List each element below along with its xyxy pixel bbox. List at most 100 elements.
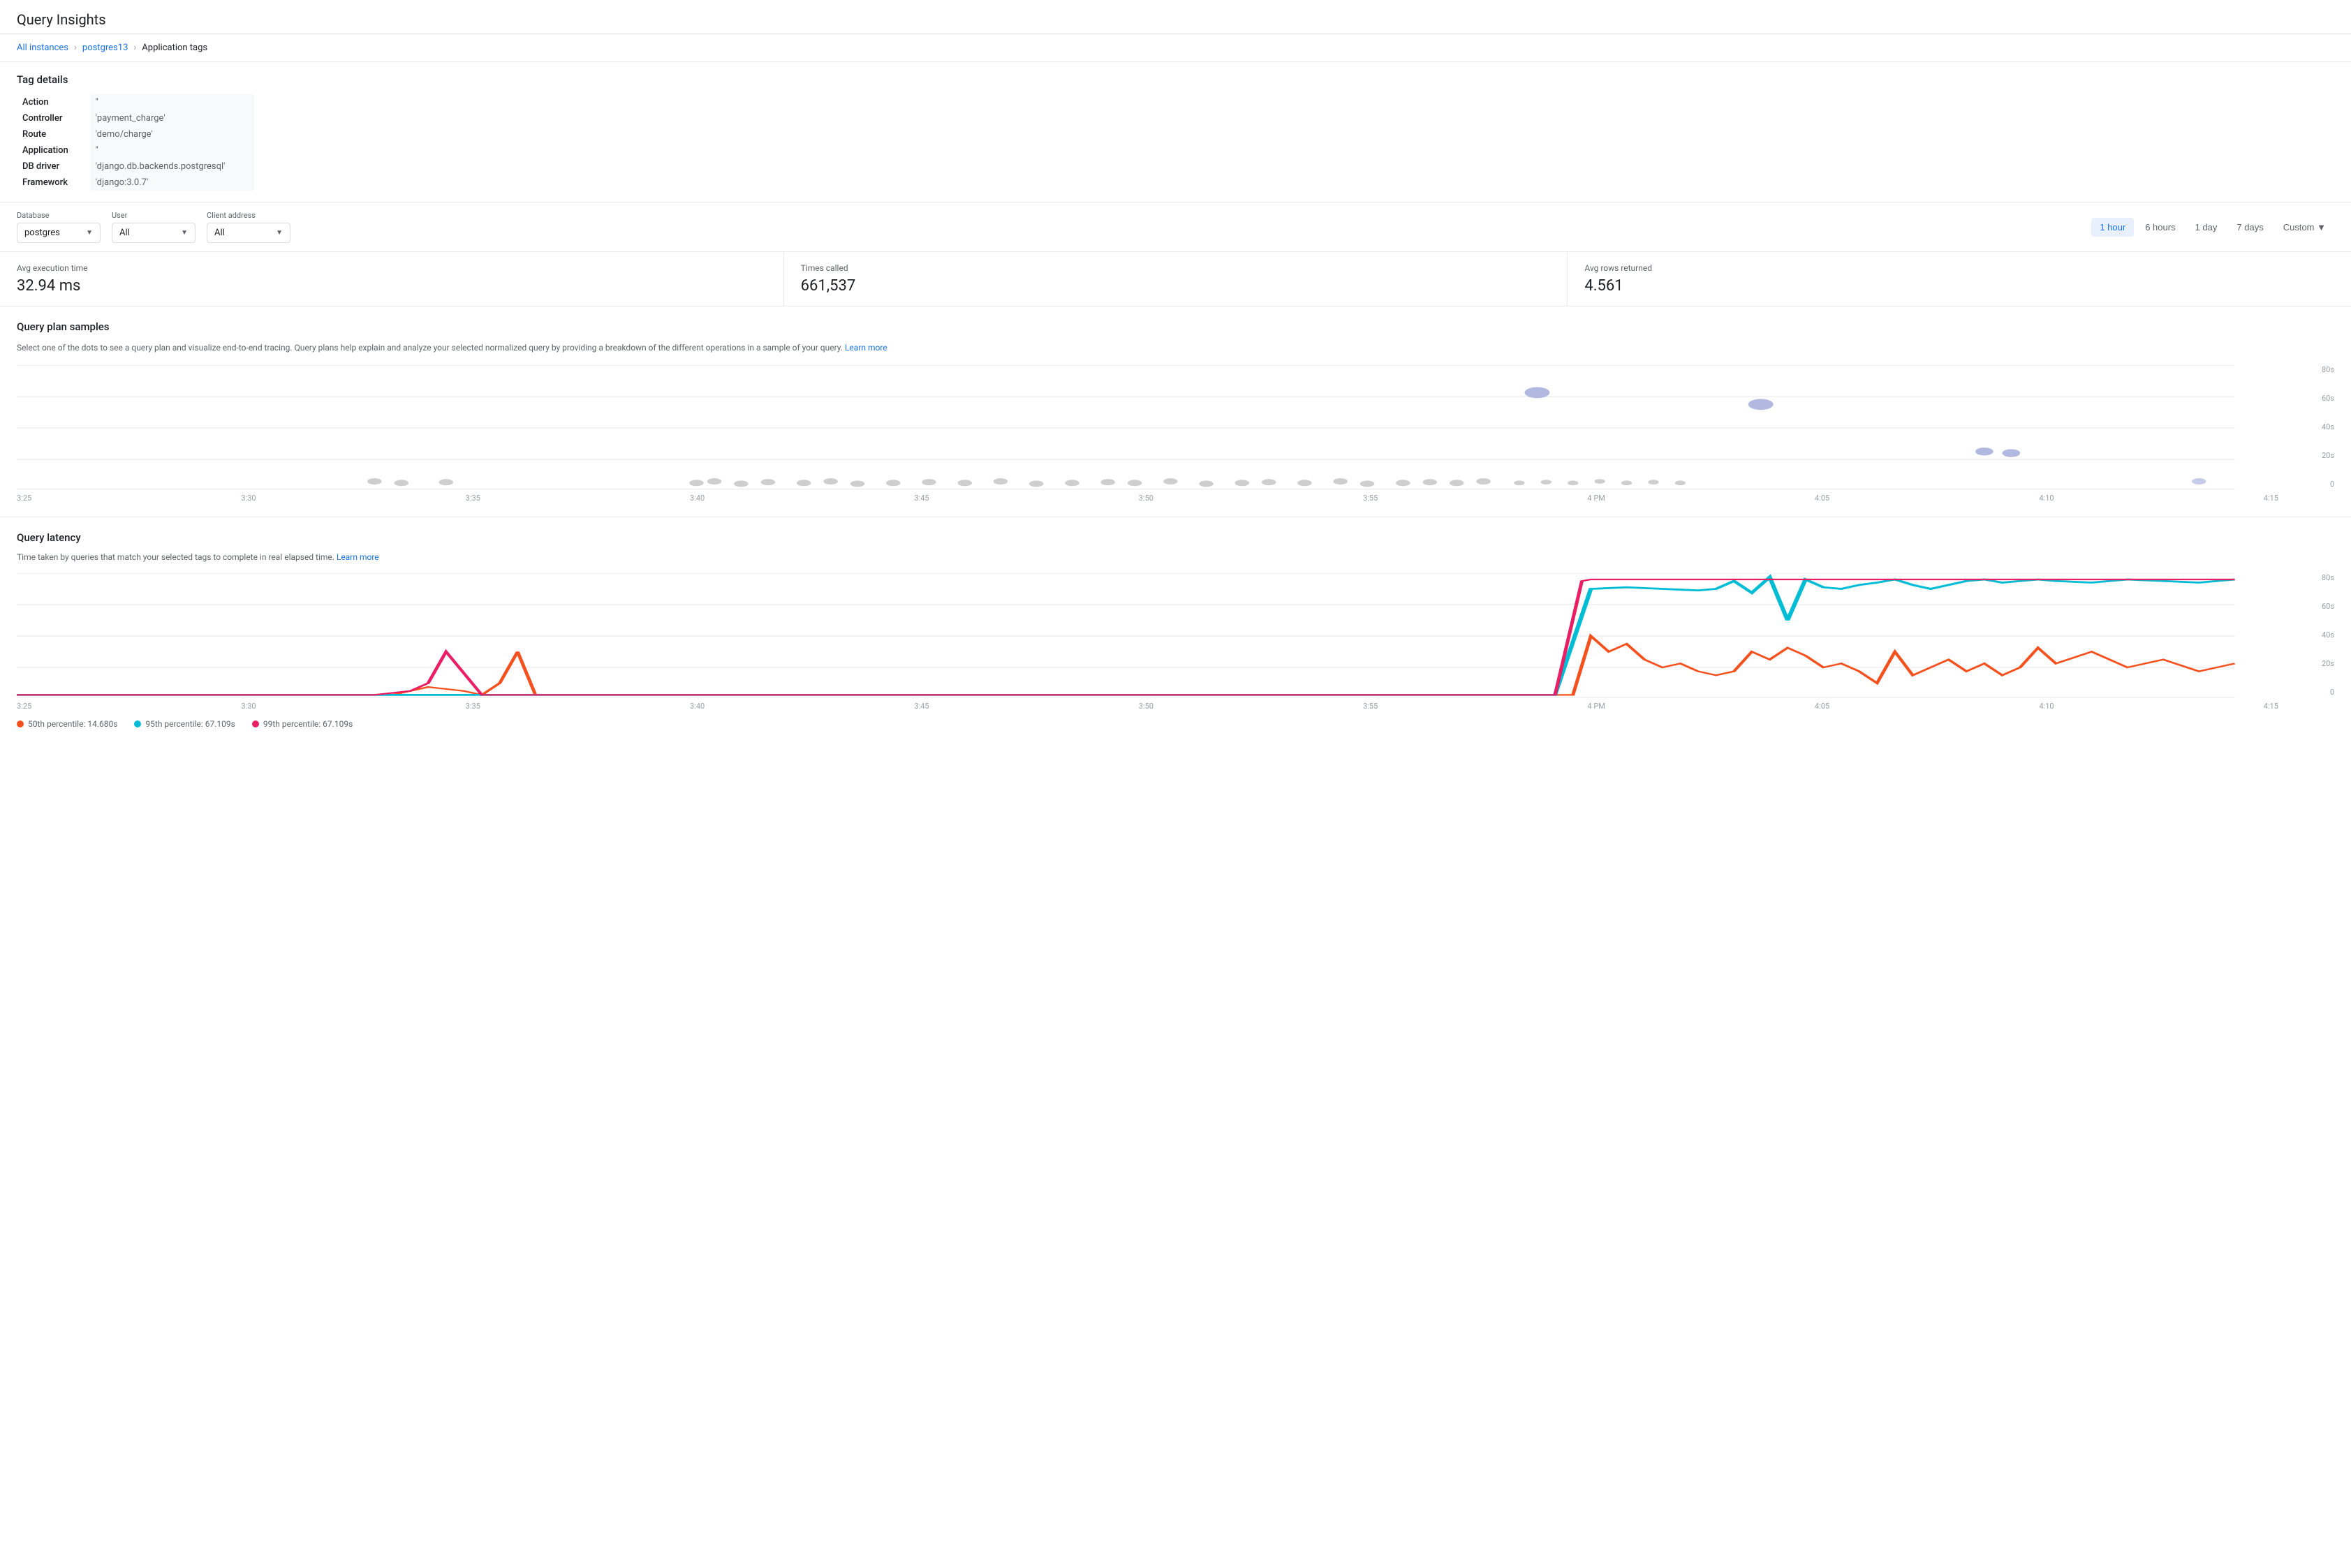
legend-item: 50th percentile: 14.680s xyxy=(17,719,117,729)
query-latency-chart xyxy=(17,573,2306,699)
tag-value: 'payment_charge' xyxy=(90,110,254,126)
y-label: 60s xyxy=(2306,602,2334,611)
metric-value: 32.94 ms xyxy=(17,277,767,295)
tag-label: Framework xyxy=(17,175,90,191)
y-label: 20s xyxy=(2306,451,2334,460)
legend-dot xyxy=(17,720,24,727)
x-label: 3:55 xyxy=(1363,702,1378,711)
tag-row: Route'demo/charge' xyxy=(17,126,254,142)
x-label: 3:40 xyxy=(690,494,705,503)
user-filter: User All ▼ xyxy=(112,211,196,243)
x-label: 4:10 xyxy=(2039,494,2054,503)
tag-value: 'django.db.backends.postgresql' xyxy=(90,158,254,175)
legend-dot xyxy=(134,720,141,727)
tag-details-section: Tag details Action''Controller'payment_c… xyxy=(0,62,2351,202)
time-button[interactable]: 1 hour xyxy=(2091,218,2134,237)
x-label: 3:45 xyxy=(914,494,929,503)
client-address-arrow-icon: ▼ xyxy=(276,229,283,237)
tag-label: Application xyxy=(17,142,90,158)
metric-value: 661,537 xyxy=(801,277,1551,295)
y-label: 60s xyxy=(2306,394,2334,403)
x-label: 3:30 xyxy=(241,702,256,711)
database-select[interactable]: postgres ▼ xyxy=(17,223,101,243)
breadcrumb-sep-1: › xyxy=(74,43,77,53)
query-latency-description: Time taken by queries that match your se… xyxy=(17,552,2334,562)
legend-label: 50th percentile: 14.680s xyxy=(28,719,117,729)
tag-row: Controller'payment_charge' xyxy=(17,110,254,126)
legend-label: 95th percentile: 67.109s xyxy=(145,719,235,729)
tag-value: 'django:3.0.7' xyxy=(90,175,254,191)
query-latency-learn-more[interactable]: Learn more xyxy=(337,552,379,562)
metric-card: Avg rows returned 4.561 xyxy=(1568,252,2351,306)
y-label: 40s xyxy=(2306,422,2334,431)
y-label: 40s xyxy=(2306,630,2334,639)
tag-value: '' xyxy=(90,94,254,110)
client-address-select[interactable]: All ▼ xyxy=(207,223,290,243)
custom-time-button[interactable]: Custom ▼ xyxy=(2275,218,2334,237)
time-button[interactable]: 6 hours xyxy=(2137,218,2183,237)
y-label: 0 xyxy=(2306,688,2334,697)
tag-label: Action xyxy=(17,94,90,110)
tag-value: '' xyxy=(90,142,254,158)
tag-row: Application'' xyxy=(17,142,254,158)
time-button[interactable]: 7 days xyxy=(2228,218,2271,237)
x-label: 3:50 xyxy=(1139,702,1154,711)
tag-details-title: Tag details xyxy=(17,73,2334,86)
latency-x-labels: 3:253:303:353:403:453:503:554 PM4:054:10… xyxy=(17,699,2306,711)
x-label: 4 PM xyxy=(1587,702,1605,711)
query-latency-section: Query latency Time taken by queries that… xyxy=(0,517,2351,743)
breadcrumb-all-instances[interactable]: All instances xyxy=(17,43,68,53)
user-value: All xyxy=(119,228,130,238)
client-address-label: Client address xyxy=(207,211,290,220)
query-plan-description: Select one of the dots to see a query pl… xyxy=(17,341,2334,354)
x-label: 3:25 xyxy=(17,494,31,503)
time-button[interactable]: 1 day xyxy=(2187,218,2226,237)
query-plan-learn-more[interactable]: Learn more xyxy=(845,343,887,353)
y-label: 80s xyxy=(2306,365,2334,374)
x-label: 4:15 xyxy=(2264,702,2278,711)
user-label: User xyxy=(112,211,196,220)
breadcrumb-sep-2: › xyxy=(133,43,136,53)
tag-row: DB driver'django.db.backends.postgresql' xyxy=(17,158,254,175)
client-address-filter: Client address All ▼ xyxy=(207,211,290,243)
page-header: Query Insights xyxy=(0,0,2351,34)
database-arrow-icon: ▼ xyxy=(86,229,93,237)
page-title: Query Insights xyxy=(17,11,2334,28)
database-value: postgres xyxy=(24,228,60,238)
x-label: 4:15 xyxy=(2264,494,2278,503)
query-plan-title: Query plan samples xyxy=(17,320,2334,333)
x-label: 3:50 xyxy=(1139,494,1154,503)
y-label: 20s xyxy=(2306,659,2334,668)
tag-label: DB driver xyxy=(17,158,90,175)
metrics-row: Avg execution time 32.94 ms Times called 66… xyxy=(0,252,2351,306)
metric-label: Avg execution time xyxy=(17,263,767,273)
metric-value: 4.561 xyxy=(1584,277,2334,295)
metric-label: Avg rows returned xyxy=(1584,263,2334,273)
tag-row: Action'' xyxy=(17,94,254,110)
x-label: 4:05 xyxy=(1815,494,1829,503)
database-filter: Database postgres ▼ xyxy=(17,211,101,243)
tag-value: 'demo/charge' xyxy=(90,126,254,142)
x-label: 4:05 xyxy=(1815,702,1829,711)
query-plan-x-labels: 3:253:303:353:403:453:503:554 PM4:054:10… xyxy=(17,491,2306,503)
tag-label: Route xyxy=(17,126,90,142)
legend-item: 95th percentile: 67.109s xyxy=(134,719,235,729)
x-label: 3:35 xyxy=(466,702,480,711)
user-select[interactable]: All ▼ xyxy=(112,223,196,243)
breadcrumb-current: Application tags xyxy=(142,43,207,53)
query-plan-svg xyxy=(17,365,2306,491)
latency-svg xyxy=(17,573,2306,699)
x-label: 3:45 xyxy=(914,702,929,711)
x-label: 3:30 xyxy=(241,494,256,503)
x-label: 4:10 xyxy=(2039,702,2054,711)
y-label: 80s xyxy=(2306,573,2334,582)
metric-label: Times called xyxy=(801,263,1551,273)
legend-dot xyxy=(252,720,259,727)
legend-item: 99th percentile: 67.109s xyxy=(252,719,353,729)
metric-card: Avg execution time 32.94 ms xyxy=(0,252,784,306)
query-plan-section: Query plan samples Select one of the dot… xyxy=(0,306,2351,517)
breadcrumb-postgres13[interactable]: postgres13 xyxy=(82,43,128,53)
filters-row: Database postgres ▼ User All ▼ Client ad… xyxy=(0,202,2351,252)
client-address-value: All xyxy=(214,228,225,238)
time-buttons: 1 hour6 hours1 day7 daysCustom ▼ xyxy=(2091,218,2334,237)
